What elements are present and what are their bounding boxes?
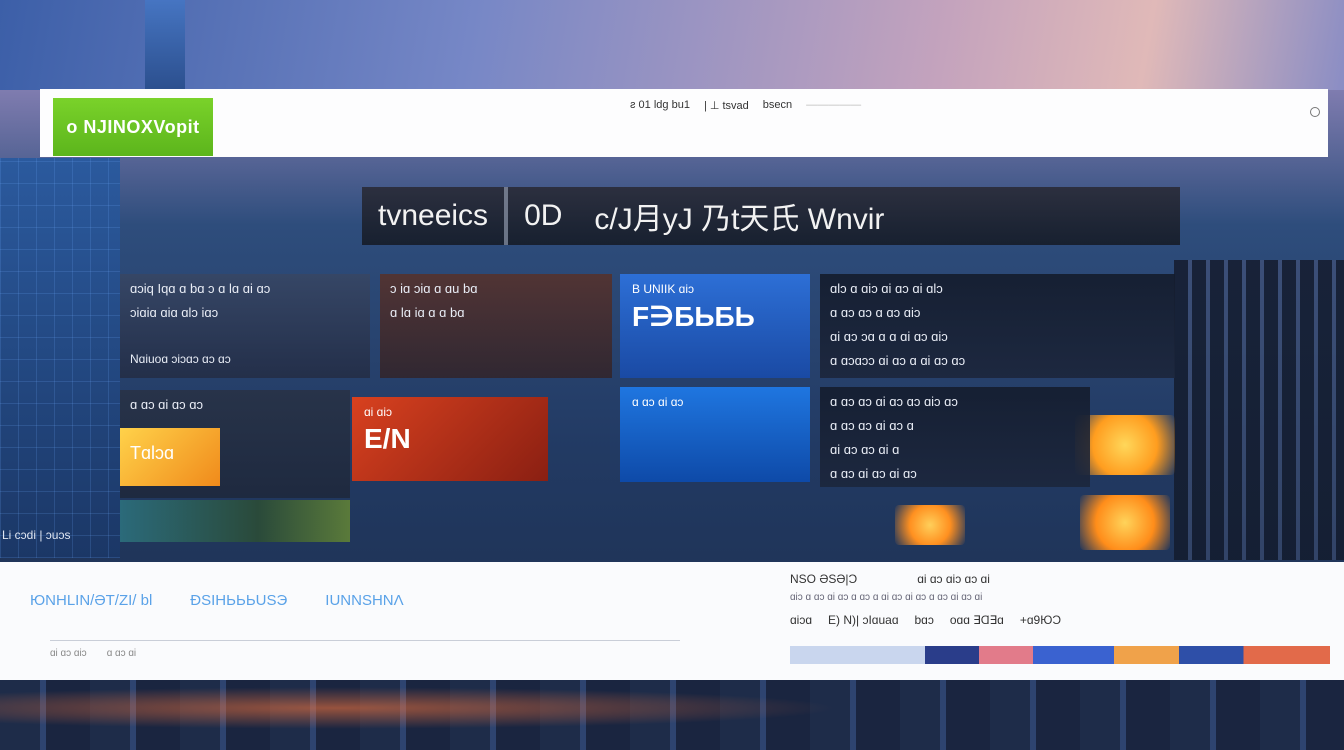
card-text: ɔ iɑ ɔiɑ ɑ ɑu bɑ <box>390 281 478 296</box>
news-card[interactable]: ɑɔiq Iqɑ ɑ bɑ ɔ ɑ lɑ ɑi ɑɔ ɔiɑiɑ ɑiɑ ɑlɔ… <box>120 274 370 378</box>
info-text: E) N)| ɔIɑuaɑ <box>828 613 899 627</box>
thumb-label: Tɑlɔɑ <box>130 443 175 463</box>
card-text: ɑ ɑɔ ɑi ɑɔ ɑɔ <box>130 397 203 412</box>
feature-card[interactable]: ɑ ɑɔ ɑi ɑɔ <box>620 387 810 482</box>
lower-links: ЮNHLIN/ƏT/ZI/ bl ÐSIHЬЬЬUSЭ IUNNSHNɅ <box>30 592 404 609</box>
lower-link[interactable]: ЮNHLIN/ƏT/ZI/ bl <box>30 592 152 609</box>
info-text: ɑi ɑɔ ɑiɔ ɑɔ ɑi <box>917 572 990 586</box>
news-card[interactable]: ɑ ɑɔ ɑi ɑɔ ɑɔ Tɑlɔɑ <box>120 390 350 498</box>
light-glow <box>895 505 965 545</box>
right-towers <box>1174 260 1344 560</box>
headline-left[interactable]: tvneeics <box>362 199 504 233</box>
card-text: ɑi ɑɔ ɔɑ ɑ ɑ ɑi ɑɔ ɑiɔ <box>830 329 948 344</box>
info-subtext: ɑiɔ ɑ ɑɔ ɑi ɑɔ ɑ ɑɔ ɑ ɑi ɑɔ ɑi ɑɔ ɑ ɑɔ ɑ… <box>790 592 983 603</box>
card-text: ɑ ɑɔ ɑɔ ɑi ɑɔ ɑ <box>830 418 914 433</box>
nav-item[interactable]: ƨ 01 ldg bu1 <box>630 99 690 112</box>
card-text: ɔiɑiɑ ɑiɑ ɑlɔ iɑɔ <box>130 305 219 320</box>
light-glow <box>1075 415 1175 475</box>
card-label: ɑ ɑɔ ɑi ɑɔ <box>632 395 684 409</box>
news-card[interactable]: ɔ iɑ ɔiɑ ɑ ɑu bɑ ɑ lɑ iɑ ɑ ɑ bɑ <box>380 274 612 378</box>
news-list-card[interactable]: ɑ ɑɔ ɑɔ ɑi ɑɔ ɑɔ ɑiɔ ɑɔ ɑ ɑɔ ɑɔ ɑi ɑɔ ɑ … <box>820 387 1090 487</box>
info-row: ΝSΟ ƏSƏ|Ɔ ɑi ɑɔ ɑiɔ ɑɔ ɑi <box>790 572 1330 586</box>
card-text: ɑ ɑɔ ɑɔ ɑi ɑɔ ɑɔ ɑiɔ ɑɔ <box>830 394 958 409</box>
card-title: E/N <box>364 423 411 454</box>
nav-item[interactable]: | ⊥ tsvad <box>704 99 749 112</box>
lower-link[interactable]: ÐSIHЬЬЬUSЭ <box>190 592 287 609</box>
feature-card[interactable]: ɑi ɑiɔ E/N <box>352 397 548 481</box>
nav-item[interactable]: bsecn <box>763 99 792 112</box>
light-glow <box>1080 495 1170 550</box>
info-text: bɑɔ <box>914 613 934 627</box>
site-header: o NJINOXVopit ƨ 01 ldg bu1 | ⊥ tsvad bse… <box>40 89 1328 157</box>
card-text: ɑ lɑ iɑ ɑ ɑ bɑ <box>390 305 465 320</box>
headline-right[interactable]: c/J月yJ 乃t天氏 Wnvir <box>578 194 900 238</box>
lower-link[interactable]: IUNNSHNɅ <box>325 592 403 609</box>
card-title: F∋БЬБЬ <box>632 301 755 332</box>
card-text: ɑɔiq Iqɑ ɑ bɑ ɔ ɑ lɑ ɑi ɑɔ <box>130 281 271 296</box>
logo-text: o NJINOXVopit <box>66 116 200 137</box>
headline-banner: tvneeics 0D c/J月yJ 乃t天氏 Wnvir <box>362 187 1180 245</box>
card-label: ɑi ɑiɔ <box>364 405 393 419</box>
card-label: B UNIIK ɑiɔ <box>632 282 695 296</box>
color-stripe <box>790 646 1330 664</box>
news-list-card[interactable]: ɑlɔ ɑ ɑiɔ ɑi ɑɔ ɑi ɑlɔ ɑ ɑɔ ɑɔ ɑ ɑɔ ɑiɔ … <box>820 274 1175 378</box>
side-caption: Li cɔdi | ɔuɔs <box>2 528 71 542</box>
info-panel: ΝSΟ ƏSƏ|Ɔ ɑi ɑɔ ɑiɔ ɑɔ ɑi ɑiɔ ɑ ɑɔ ɑi ɑɔ… <box>790 572 1330 676</box>
info-row: ɑiɔɑ E) N)| ɔIɑuaɑ bɑɔ oɑɑ ∃Ɑ∃ɑ +ɑ9ЮƆ <box>790 613 1330 627</box>
meta-text: ɑ ɑɔ ɑi <box>106 648 137 659</box>
headline-mid[interactable]: 0D <box>508 199 578 233</box>
card-text: ɑ ɑɔ ɑi ɑɔ ɑi ɑɔ <box>830 466 917 481</box>
info-title[interactable]: ΝSΟ ƏSƏ|Ɔ <box>790 572 857 586</box>
tower-pillar <box>145 0 185 95</box>
meta-text: ɑi ɑɔ ɑiɔ <box>50 648 87 659</box>
feature-card[interactable]: B UNIIK ɑiɔ F∋БЬБЬ <box>620 274 810 378</box>
card-text: ɑi ɑɔ ɑɔ ɑi ɑ <box>830 442 900 457</box>
nav-item[interactable]: ――――― <box>806 99 861 112</box>
card-text: ɑ ɑɔɑɔɔ ɑi ɑɔ ɑ ɑi ɑɔ ɑɔ <box>830 353 966 368</box>
info-text: ɑiɔɑ <box>790 613 813 627</box>
card-text: ɑ ɑɔ ɑɔ ɑ ɑɔ ɑiɔ <box>830 305 921 320</box>
left-city-grid <box>0 158 120 558</box>
site-logo[interactable]: o NJINOXVopit <box>53 98 213 156</box>
search-icon[interactable] <box>1310 107 1320 117</box>
card-thumbnail: Tɑlɔɑ <box>120 428 220 486</box>
info-text: oɑɑ ∃Ɑ∃ɑ <box>949 613 1004 627</box>
top-nav: ƨ 01 ldg bu1 | ⊥ tsvad bsecn ――――― <box>630 99 861 112</box>
divider <box>50 640 680 641</box>
sky-backdrop <box>0 0 1344 90</box>
card-text: Nɑiuoɑ ɔiɔɑɔ ɑɔ ɑɔ <box>130 352 231 366</box>
banner-strip[interactable] <box>120 500 350 542</box>
lower-meta: ɑi ɑɔ ɑiɔ ɑ ɑɔ ɑi <box>50 648 136 659</box>
bottom-cityscape <box>0 680 1344 750</box>
info-text: +ɑ9ЮƆ <box>1019 613 1061 627</box>
card-text: ɑlɔ ɑ ɑiɔ ɑi ɑɔ ɑi ɑlɔ <box>830 281 943 296</box>
